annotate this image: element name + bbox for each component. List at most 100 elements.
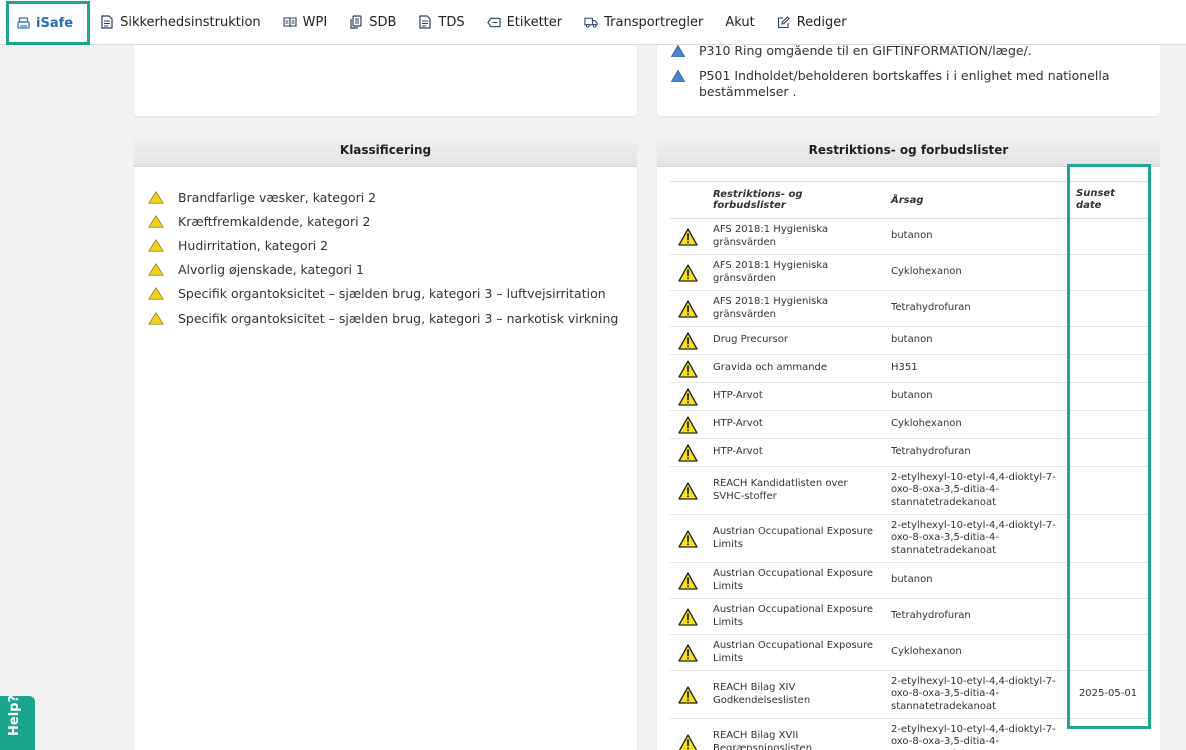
nav-label: TDS — [438, 14, 465, 30]
warning-icon — [677, 571, 698, 590]
nav-etiketter[interactable]: Etiketter — [477, 0, 575, 45]
sunset-date-cell — [1068, 410, 1148, 439]
warning-icon — [677, 263, 698, 282]
nav-label: Akut — [725, 14, 755, 30]
warning-icon — [677, 685, 698, 704]
list-cell: HTP-Arvot — [705, 438, 883, 467]
warning-cell — [670, 670, 705, 719]
classification-label: Hudirritation, kategori 2 — [178, 237, 329, 253]
reason-cell: butanon — [883, 218, 1068, 255]
sunset-date-cell — [1068, 514, 1148, 563]
warning-cell — [670, 598, 705, 635]
table-row: Gravida och ammande H351 — [670, 354, 1148, 383]
column-header-sunset[interactable]: Sunset date — [1068, 181, 1148, 219]
nav-label: Transportregler — [604, 14, 704, 30]
nav-transportregler[interactable]: Transportregler — [574, 0, 715, 45]
warning-icon — [677, 443, 698, 462]
warning-icon — [677, 607, 698, 626]
column-header-reason[interactable]: Årsag — [883, 181, 1068, 219]
table-row: Austrian Occupational Exposure Limits but… — [670, 562, 1148, 599]
table-row: Austrian Occupational Exposure Limits 2-e… — [670, 514, 1148, 563]
sunset-date-cell — [1068, 218, 1148, 255]
reason-cell: 2-etylhexyl-10-etyl-4,4-dioktyl-7-oxo-8-… — [883, 514, 1068, 563]
warning-icon — [677, 415, 698, 434]
column-header-list[interactable]: Restriktions- og forbudslister — [705, 181, 883, 219]
panel-title: Klassificering — [134, 133, 637, 167]
table-row: REACH Kandidatlisten over SVHC-stoffer 2-… — [670, 466, 1148, 515]
classification-list: Brandfarlige væsker, kategori 2 Kræftfre… — [134, 167, 637, 330]
sunset-date-cell: 2025-05-01 — [1068, 670, 1148, 719]
blue-triangle-icon — [671, 45, 685, 57]
warning-icon — [677, 387, 698, 406]
list-cell: Austrian Occupational Exposure Limits — [705, 598, 883, 635]
warning-cell — [670, 410, 705, 439]
reason-cell: butanon — [883, 326, 1068, 355]
top-navigation: iSafe Sikkerhedsinstruktion WPI SDB TDS … — [0, 0, 1186, 45]
table-header-row: Restriktions- og forbudslister Årsag Sun… — [670, 181, 1148, 219]
icon-column-header — [670, 181, 705, 219]
classification-item: Brandfarlige væsker, kategori 2 — [148, 185, 637, 209]
warning-icon — [678, 733, 697, 750]
precaution-text: P501 Indholdet/beholderen bortskaffes i … — [699, 68, 1110, 99]
table-row: REACH Bilag XIV Godkendelseslisten 2-etyl… — [670, 670, 1148, 719]
sunset-date-cell — [1068, 562, 1148, 599]
warning-icon — [677, 481, 698, 500]
sunset-date-cell — [1068, 598, 1148, 635]
list-cell: AFS 2018:1 Hygieniska gränsvärden — [705, 254, 883, 291]
sunset-date-cell — [1068, 438, 1148, 467]
nav-wpi[interactable]: WPI — [273, 0, 340, 45]
warning-icon — [677, 227, 698, 246]
list-cell: REACH Kandidatlisten over SVHC-stoffer — [705, 466, 883, 515]
table-row: Austrian Occupational Exposure Limits Tet… — [670, 598, 1148, 635]
warning-icon — [677, 359, 698, 378]
restrictions-table: Restriktions- og forbudslister Årsag Sun… — [670, 181, 1148, 750]
table-row: AFS 2018:1 Hygieniska gränsvärden butanon — [670, 218, 1148, 255]
classification-label: Kræftfremkaldende, kategori 2 — [178, 213, 371, 229]
yellow-triangle-icon — [148, 263, 164, 276]
reason-cell: 2-etylhexyl-10-etyl-4,4-dioktyl-7-oxo-8-… — [883, 466, 1068, 515]
warning-cell — [670, 326, 705, 355]
document-icon — [418, 15, 432, 29]
nav-label: Sikkerhedsinstruktion — [120, 14, 261, 30]
reason-cell: 2-etylhexyl-10-etyl-4,4-dioktyl-7-oxo-8-… — [883, 718, 1068, 750]
help-button[interactable]: Help? — [0, 695, 35, 750]
warning-cell — [670, 382, 705, 411]
nav-label: iSafe — [36, 15, 74, 31]
classification-label: Brandfarlige væsker, kategori 2 — [178, 189, 377, 205]
classification-item: Specifik organtoksicitet – sjælden brug,… — [148, 282, 637, 306]
sunset-date-cell — [1068, 382, 1148, 411]
list-cell: HTP-Arvot — [705, 382, 883, 411]
table-row: HTP-Arvot Tetrahydrofuran — [670, 438, 1148, 467]
nav-tds[interactable]: TDS — [408, 0, 476, 45]
reason-cell: H351 — [883, 354, 1068, 383]
classification-item: Hudirritation, kategori 2 — [148, 233, 637, 257]
nav-sdb[interactable]: SDB — [339, 0, 408, 45]
list-cell: Austrian Occupational Exposure Limits — [705, 634, 883, 671]
nav-sikkerhedsinstruktion[interactable]: Sikkerhedsinstruktion — [90, 0, 273, 45]
sunset-date-cell — [1068, 290, 1148, 327]
precaution-item: P501 Indholdet/beholderen bortskaffes i … — [671, 68, 1161, 100]
warning-icon — [677, 331, 698, 350]
list-cell: Austrian Occupational Exposure Limits — [705, 562, 883, 599]
nav-akut[interactable]: Akut — [715, 0, 766, 45]
list-cell: REACH Bilag XVII Begrænsningslisten — [705, 718, 883, 750]
nav-rediger[interactable]: Rediger — [767, 0, 859, 45]
table-row: HTP-Arvot butanon — [670, 382, 1148, 411]
warning-icon — [677, 643, 698, 662]
list-cell: AFS 2018:1 Hygieniska gränsvärden — [705, 290, 883, 327]
book-icon — [283, 15, 297, 29]
sunset-date-cell — [1068, 466, 1148, 515]
yellow-triangle-icon — [148, 190, 164, 204]
nav-isafe[interactable]: iSafe — [6, 1, 91, 45]
list-cell: AFS 2018:1 Hygieniska gränsvärden — [705, 218, 883, 255]
warning-cell — [670, 354, 705, 383]
list-cell: Drug Precursor — [705, 326, 883, 355]
classification-panel: Klassificering Brandfarlige væsker, kate… — [134, 133, 637, 750]
warning-cell — [670, 218, 705, 255]
list-cell: HTP-Arvot — [705, 410, 883, 439]
list-cell: Gravida och ammande — [705, 354, 883, 383]
blue-triangle-icon — [671, 70, 685, 82]
table-row: REACH Bilag XVII Begrænsningslisten 2-ety… — [670, 718, 1148, 750]
upper-left-panel — [134, 36, 637, 116]
warning-cell — [670, 290, 705, 327]
